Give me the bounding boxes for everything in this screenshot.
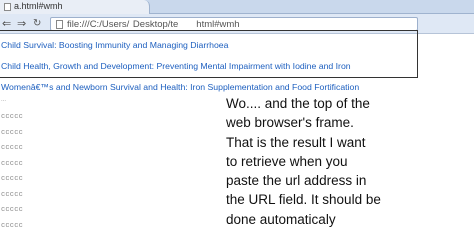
- link-child-health[interactable]: Child Health, Growth and Development: Pr…: [1, 61, 351, 71]
- text-row: ccccc: [1, 159, 24, 168]
- back-arrow-icon[interactable]: ⇐: [2, 17, 11, 31]
- note-line: the URL field. It should be: [226, 192, 381, 208]
- browser-tab[interactable]: a.html#wmh: [0, 0, 150, 14]
- page-icon: [56, 20, 63, 29]
- link-child-survival[interactable]: Child Survival: Boosting Immunity and Ma…: [1, 40, 228, 50]
- page-icon: [4, 3, 11, 11]
- note-line: to retrieve when you: [226, 153, 348, 169]
- reload-icon[interactable]: ↻: [33, 17, 41, 31]
- text-row: ccccc: [1, 175, 24, 183]
- text-row: ccccc: [1, 113, 24, 121]
- redacted-url-segment: [178, 18, 196, 30]
- tab-title: a.html#wmh: [14, 1, 63, 11]
- annotation-note: Wo.... and the top of the web browser's f…: [226, 94, 426, 229]
- note-line: That is the result I want: [226, 134, 366, 150]
- text-row: ccccc: [1, 144, 24, 152]
- text-row: ccccc: [1, 221, 24, 230]
- text-row: ccccc: [1, 128, 24, 137]
- note-line: web browser's frame.: [226, 115, 354, 131]
- note-line: Wo.... and the top of the: [226, 96, 370, 111]
- note-line: paste the url address in: [226, 173, 367, 189]
- text-row: ccccc: [1, 206, 24, 214]
- forward-arrow-icon[interactable]: ⇒: [17, 17, 26, 31]
- note-line: done automaticaly: [226, 211, 336, 227]
- tab-bar: a.html#wmh: [0, 0, 474, 14]
- address-bar[interactable]: file:///C:/Users/ Desktop/test/a.html#wm…: [50, 17, 418, 31]
- ellipsis-text: ...: [1, 97, 7, 103]
- text-row: ccccc: [1, 190, 24, 199]
- link-women-newborn[interactable]: Womenâ€™s and Newborn Survival and Healt…: [1, 82, 359, 92]
